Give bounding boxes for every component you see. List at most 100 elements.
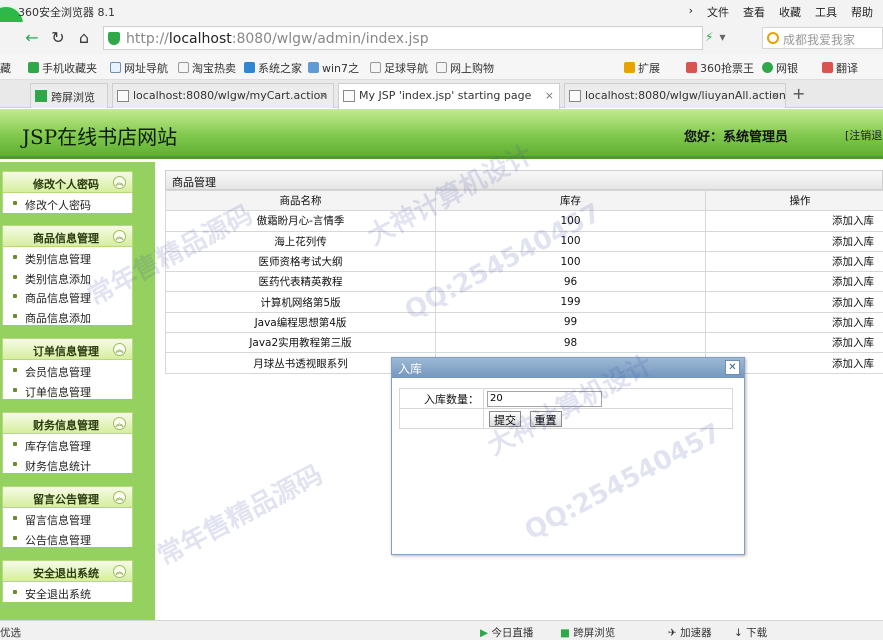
menu-help[interactable]: 帮助 — [851, 4, 873, 20]
menu-group-title: 留言公告管理 — [33, 493, 99, 506]
search-placeholder: 成都我爱我家 — [783, 33, 856, 47]
menu-group-header[interactable]: 留言公告管理 ︽ — [2, 486, 133, 508]
status-download[interactable]: ↓ 下载 — [734, 625, 767, 640]
refresh-icon[interactable]: ↻ — [48, 28, 68, 48]
sidebar-item-finance-stats[interactable]: 财务信息统计 — [3, 454, 132, 474]
table-row: 计算机网络第5版 199 添加入库 — [165, 291, 883, 313]
site-header: JSP在线书店网站 您好：系统管理员 [注销退出] — [0, 109, 883, 159]
column-header-stock: 库存 — [435, 189, 706, 212]
menu-group-title: 修改个人密码 — [33, 178, 99, 191]
back-arrow-icon[interactable]: ← — [22, 28, 42, 48]
browser-navbar: ← ↻ ⌂ http://localhost:8080/wlgw/admin/i… — [0, 22, 883, 54]
tab-mycart[interactable]: localhost:8080/wlgw/myCart.action × — [112, 83, 334, 108]
sidebar-item-stock-manage[interactable]: 库存信息管理 — [3, 434, 132, 454]
bookmark-item[interactable]: 淘宝热卖 — [178, 60, 236, 76]
sidebar-item-safe-logout[interactable]: 安全退出系统 — [3, 582, 132, 602]
sidebar-item-product-add[interactable]: 商品信息添加 — [3, 306, 132, 326]
new-tab-icon[interactable]: + — [792, 84, 805, 103]
address-bar[interactable]: http://localhost:8080/wlgw/admin/index.j… — [103, 26, 703, 50]
cell-stock: 99 — [435, 311, 706, 334]
menu-file[interactable]: 文件 — [707, 4, 729, 20]
menu-group-header[interactable]: 订单信息管理 ︽ — [2, 338, 133, 360]
status-cross-screen[interactable]: ■ 跨屏浏览 — [560, 625, 615, 640]
sidebar-item-category-manage[interactable]: 类别信息管理 — [3, 247, 132, 267]
tab-index-active[interactable]: My JSP 'index.jsp' starting page × — [338, 83, 560, 109]
address-tools: ⚡ ▾ — [705, 30, 725, 44]
status-live[interactable]: ▶ 今日直播 — [480, 625, 533, 640]
cell-stock: 100 — [435, 230, 706, 252]
cross-screen-icon: ■ — [560, 627, 570, 639]
tab-favicon-icon — [117, 90, 129, 102]
add-stock-link[interactable]: 添加入库 — [705, 271, 883, 293]
tab-liuyan[interactable]: localhost:8080/wlgw/liuyanAll.action × — [564, 83, 786, 108]
collapse-chevron-icon[interactable]: ︽ — [113, 230, 126, 243]
table-row: 傲霜盼月心-言情季 100 添加入库 — [165, 210, 883, 232]
bookmark-item[interactable]: 翻译 — [822, 60, 858, 76]
reset-button[interactable]: 重置 — [529, 410, 562, 427]
menu-group-header[interactable]: 修改个人密码 ︽ — [2, 171, 133, 193]
column-header-action: 操作 — [705, 189, 883, 212]
search-box[interactable]: 成都我爱我家 — [762, 27, 883, 49]
quantity-input[interactable] — [487, 390, 602, 407]
sidebar-item-change-password[interactable]: 修改个人密码 — [3, 193, 132, 213]
cell-stock: 98 — [435, 332, 706, 354]
tab-favicon-icon — [343, 90, 355, 102]
sidebar-item-member-manage[interactable]: 会员信息管理 — [3, 360, 132, 380]
bookmark-item[interactable]: 足球导航 — [370, 60, 428, 76]
bookmark-item[interactable]: 藏 — [0, 60, 11, 76]
add-stock-link[interactable]: 添加入库 — [705, 250, 883, 273]
bookmark-item[interactable]: 网上购物 — [436, 60, 494, 76]
bookmark-item[interactable]: 系统之家 — [244, 60, 302, 76]
home-icon[interactable]: ⌂ — [74, 28, 94, 48]
tab-label: localhost:8080/wlgw/myCart.action — [133, 89, 328, 102]
cell-stock: 199 — [435, 291, 706, 313]
status-preferred[interactable]: 优选 — [0, 625, 21, 640]
submit-button[interactable]: 提交 — [489, 410, 521, 427]
menu-favorites[interactable]: 收藏 — [779, 4, 801, 20]
bookmark-item[interactable]: 360抢票王 — [686, 60, 754, 76]
tab-close-icon[interactable]: × — [319, 89, 328, 102]
bookmark-item[interactable]: win7之 — [308, 60, 359, 76]
add-stock-link[interactable]: 添加入库 — [705, 230, 883, 252]
security-shield-icon — [108, 32, 120, 45]
speed-icon[interactable]: ⚡ — [705, 30, 713, 44]
menu-group-header[interactable]: 商品信息管理 ︽ — [2, 225, 133, 247]
browser-menu-chevron-icon[interactable]: › — [689, 4, 693, 20]
download-icon: ↓ — [734, 627, 743, 639]
bookmark-item[interactable]: 网址导航 — [110, 60, 168, 76]
add-stock-link[interactable]: 添加入库 — [705, 311, 883, 334]
collapse-chevron-icon[interactable]: ︽ — [113, 343, 126, 356]
tab-label: 跨屏浏览 — [51, 91, 95, 104]
tab-close-icon[interactable]: × — [545, 89, 554, 102]
rocket-icon: ✈ — [668, 627, 677, 639]
menu-view[interactable]: 查看 — [743, 4, 765, 20]
menu-tools[interactable]: 工具 — [815, 4, 837, 20]
logout-link[interactable]: [注销退出] — [845, 127, 883, 143]
collapse-chevron-icon[interactable]: ︽ — [113, 491, 126, 504]
collapse-chevron-icon[interactable]: ︽ — [113, 417, 126, 430]
dialog-header[interactable]: 入库 ✕ — [392, 358, 744, 378]
sidebar-item-notice-manage[interactable]: 公告信息管理 — [3, 528, 132, 548]
quantity-label: 入库数量： — [399, 388, 484, 409]
sidebar-item-order-manage[interactable]: 订单信息管理 — [3, 380, 132, 400]
sidebar-item-message-manage[interactable]: 留言信息管理 — [3, 508, 132, 528]
bookmarks-bar: 藏 手机收藏夹 网址导航 淘宝热卖 系统之家 win7之 足球导航 网上购物 扩… — [0, 54, 883, 80]
menu-group-header[interactable]: 财务信息管理 ︽ — [2, 412, 133, 434]
bookmark-item[interactable]: 网银 — [762, 60, 798, 76]
bookmark-item[interactable]: 手机收藏夹 — [28, 60, 97, 76]
menu-group-header[interactable]: 安全退出系统 ︽ — [2, 560, 133, 582]
sidebar-item-product-manage[interactable]: 商品信息管理 — [3, 286, 132, 306]
add-stock-link[interactable]: 添加入库 — [705, 291, 883, 313]
bookmark-item[interactable]: 扩展 — [624, 60, 660, 76]
collapse-chevron-icon[interactable]: ︽ — [113, 565, 126, 578]
status-accelerator[interactable]: ✈ 加速器 — [668, 625, 712, 640]
collapse-chevron-icon[interactable]: ︽ — [113, 176, 126, 189]
tab-close-icon[interactable]: × — [771, 89, 780, 102]
tab-cross-screen[interactable]: 跨屏浏览 — [30, 83, 108, 108]
add-stock-link[interactable]: 添加入库 — [705, 210, 883, 232]
address-url[interactable]: http://localhost:8080/wlgw/admin/index.j… — [126, 31, 429, 47]
add-stock-link[interactable]: 添加入库 — [705, 332, 883, 354]
dropdown-arrow-icon[interactable]: ▾ — [719, 30, 725, 44]
sidebar-item-category-add[interactable]: 类别信息添加 — [3, 267, 132, 287]
dialog-close-icon[interactable]: ✕ — [725, 360, 740, 375]
